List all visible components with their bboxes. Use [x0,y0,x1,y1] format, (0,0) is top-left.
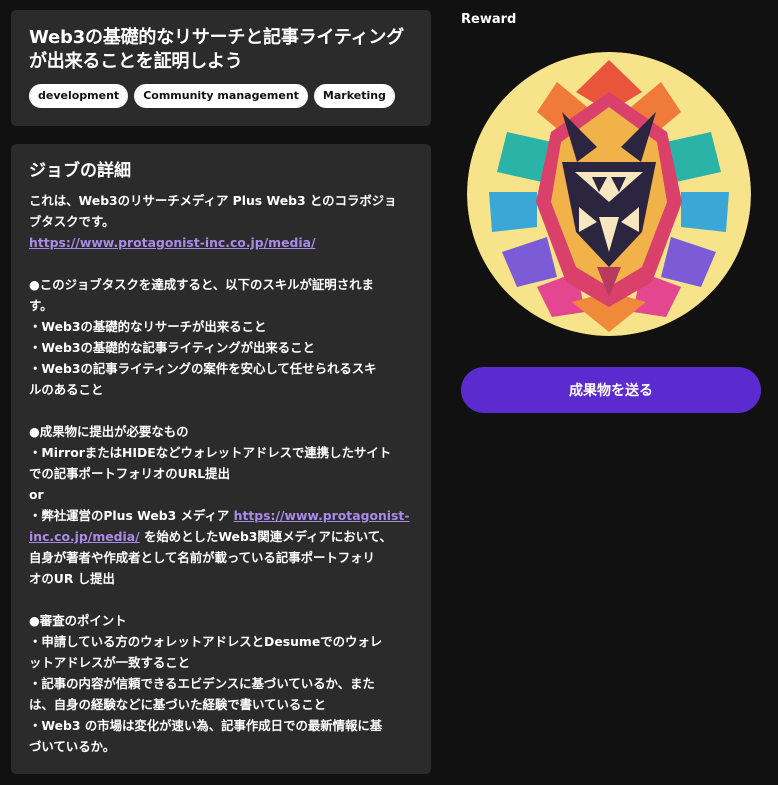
deliverable-2-suffix: を始めとしたWeb3関連メディアにおいて、 [139,529,392,544]
job-title-line-1: Web3の基礎的なリサーチと記事ライティング [29,27,404,48]
tag-development[interactable]: development [29,84,129,108]
skill-item-3-line-1: ・Web3の記事ライティングの案件を安心して任せられるスキ [29,361,377,376]
job-detail-heading: ジョブの詳細 [29,161,131,181]
deliverable-link-part-2[interactable]: inc.co.jp/media/ [29,529,140,544]
job-title-line-2: が出来ることを証明しよう [29,51,243,72]
review-3-line-2: づいているか。 [29,739,116,754]
review-3-line-1: ・Web3 の市場は変化が速い為、記事作成日での最新情報に基 [29,718,383,733]
deliverable-heading: ●成果物に提出が必要なもの [29,424,189,439]
deliverable-2-prefix: ・弊社運営のPlus Web3 メディア [29,508,234,523]
job-title-card: Web3の基礎的なリサーチと記事ライティング が出来ることを証明しよう deve… [11,10,431,126]
review-1-line-2: ットアドレスが一致すること [29,655,191,670]
review-1-line-1: ・申請している方のウォレットアドレスとDesumeでのウォレ [29,634,383,649]
review-2-line-1: ・記事の内容が信頼できるエビデンスに基づいているか、また [29,676,375,691]
job-detail-card: ジョブの詳細 これは、Web3のリサーチメディア Plus Web3 とのコラボ… [11,144,431,774]
geometric-wolf-icon [467,52,751,336]
reward-label: Reward [461,12,517,27]
review-heading: ●審査のポイント [29,613,127,628]
skill-item-3-line-2: ルのあること [29,382,104,397]
intro-line-1: これは、Web3のリサーチメディア Plus Web3 とのコラボジョ [29,193,397,208]
job-detail-body: これは、Web3のリサーチメディア Plus Web3 とのコラボジョ ブタスク… [29,190,413,757]
skills-heading-line-1: ●このジョブタスクを達成すると、以下のスキルが証明されま [29,277,374,292]
skills-heading-line-2: す。 [29,298,53,313]
review-2-line-2: は、自身の経験などに基づいた経験で書いていること [29,697,327,712]
intro-line-2: ブタスクです。 [29,214,115,229]
tag-list: development Community management Marketi… [29,84,413,108]
deliverable-1-line-2: での記事ポートフォリオのURL提出 [29,466,230,481]
or-text: or [29,487,44,502]
deliverable-2-line-3: 自身が著者や作成者として名前が載っている記事ポートフォリ [29,550,375,565]
skill-item-1: ・Web3の基礎的なリサーチが出来ること [29,319,267,334]
media-link[interactable]: https://www.protagonist-inc.co.jp/media/ [29,235,315,250]
submit-deliverable-button[interactable]: 成果物を送る [461,367,761,413]
tag-marketing[interactable]: Marketing [313,84,395,108]
tag-community-management[interactable]: Community management [134,84,308,108]
job-title: Web3の基礎的なリサーチと記事ライティング が出来ることを証明しよう [29,26,413,74]
deliverable-link-part-1[interactable]: https://www.protagonist- [234,508,410,523]
deliverable-1-line-1: ・MirrorまたはHIDEなどウォレットアドレスで連携したサイト [29,445,392,460]
deliverable-2-line-4: オのUR し提出 [29,571,115,586]
skill-item-2: ・Web3の基礎的な記事ライティングが出来ること [29,340,315,355]
reward-nft-image [467,52,751,336]
